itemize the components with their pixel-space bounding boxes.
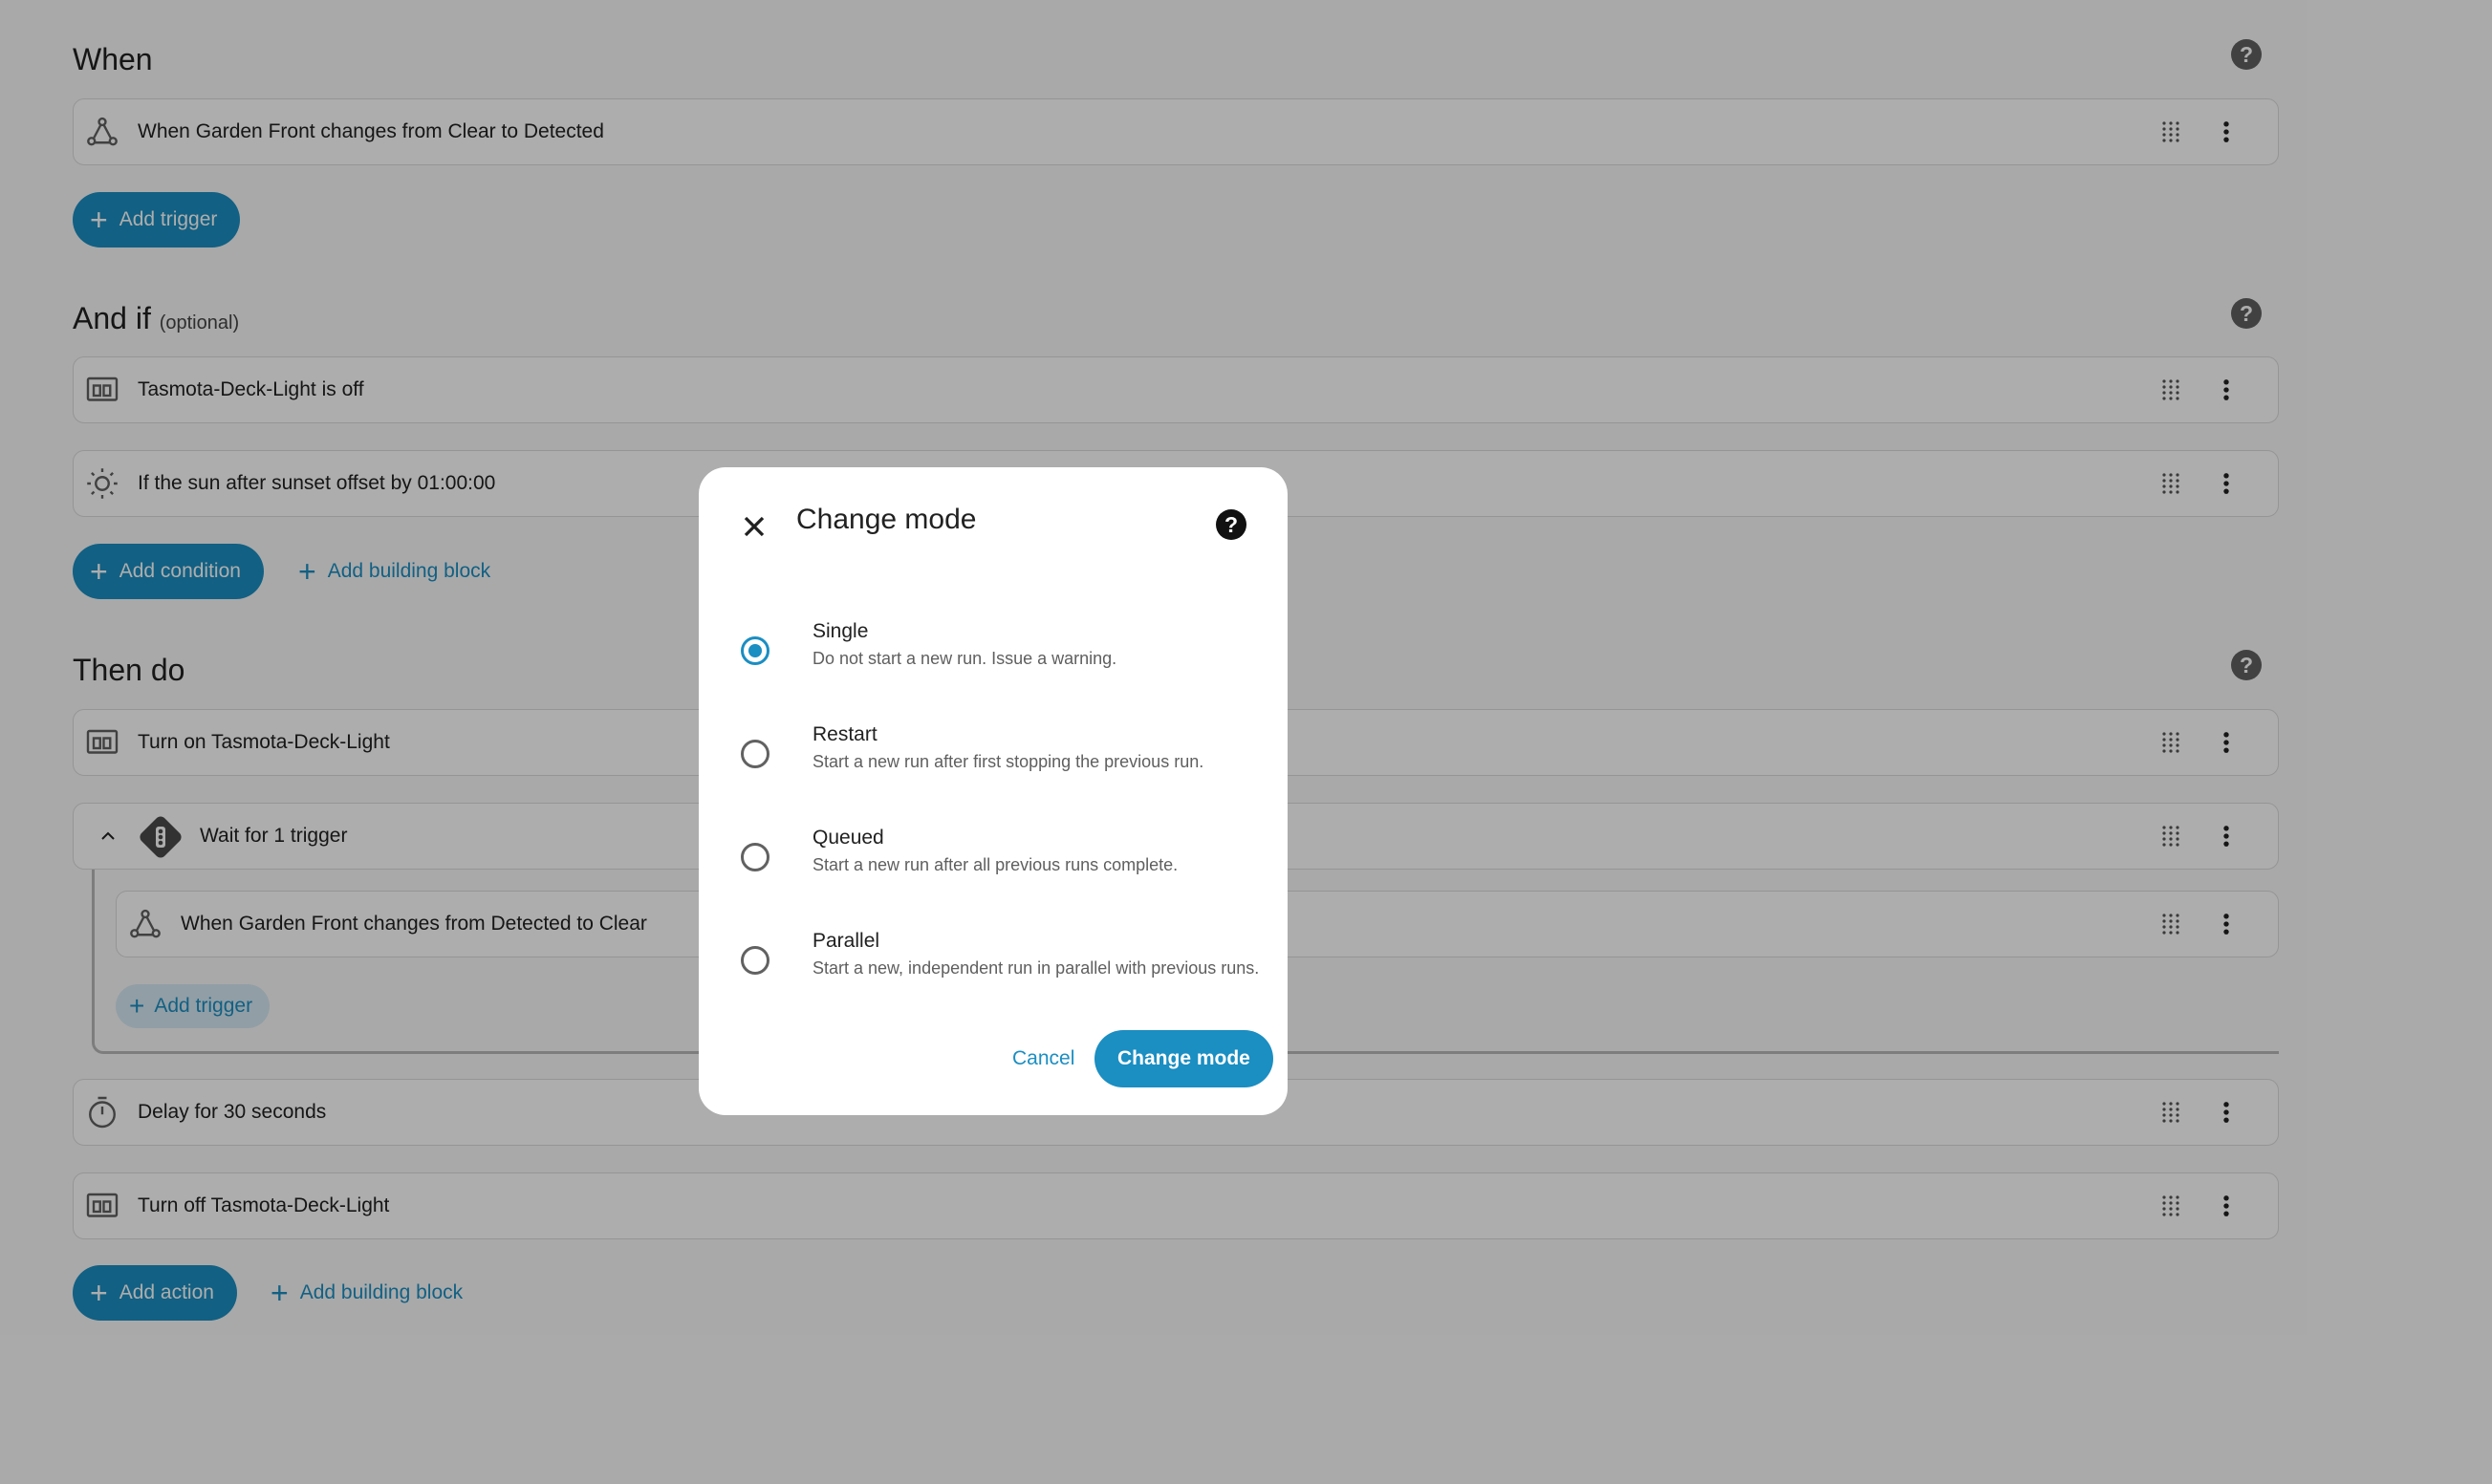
help-icon[interactable]: ? <box>1216 509 1246 540</box>
option-name: Restart <box>813 723 878 745</box>
option-description: Start a new run after all previous runs … <box>813 855 1179 874</box>
option-description: Start a new, independent run in parallel… <box>813 958 1260 978</box>
mode-option-single[interactable]: Single Do not start a new run. Issue a w… <box>699 620 1288 723</box>
radio-button[interactable] <box>741 740 769 768</box>
option-name: Queued <box>813 827 884 849</box>
dialog-title: Change mode <box>796 504 977 535</box>
mode-option-parallel[interactable]: Parallel Start a new, independent run in… <box>699 930 1288 1033</box>
radio-button-selected[interactable] <box>741 636 769 665</box>
close-icon[interactable] <box>737 509 771 544</box>
radio-button[interactable] <box>741 946 769 975</box>
option-description: Start a new run after first stopping the… <box>813 752 1204 771</box>
mode-option-queued[interactable]: Queued Start a new run after all previou… <box>699 827 1288 930</box>
change-mode-button[interactable]: Change mode <box>1094 1030 1273 1087</box>
cancel-button[interactable]: Cancel <box>999 1031 1088 1086</box>
option-name: Single <box>813 620 869 642</box>
option-description: Do not start a new run. Issue a warning. <box>813 649 1117 668</box>
change-mode-dialog: Change mode ? Single Do not start a new … <box>699 467 1288 1115</box>
radio-button[interactable] <box>741 843 769 871</box>
mode-option-restart[interactable]: Restart Start a new run after first stop… <box>699 723 1288 827</box>
option-name: Parallel <box>813 930 880 952</box>
